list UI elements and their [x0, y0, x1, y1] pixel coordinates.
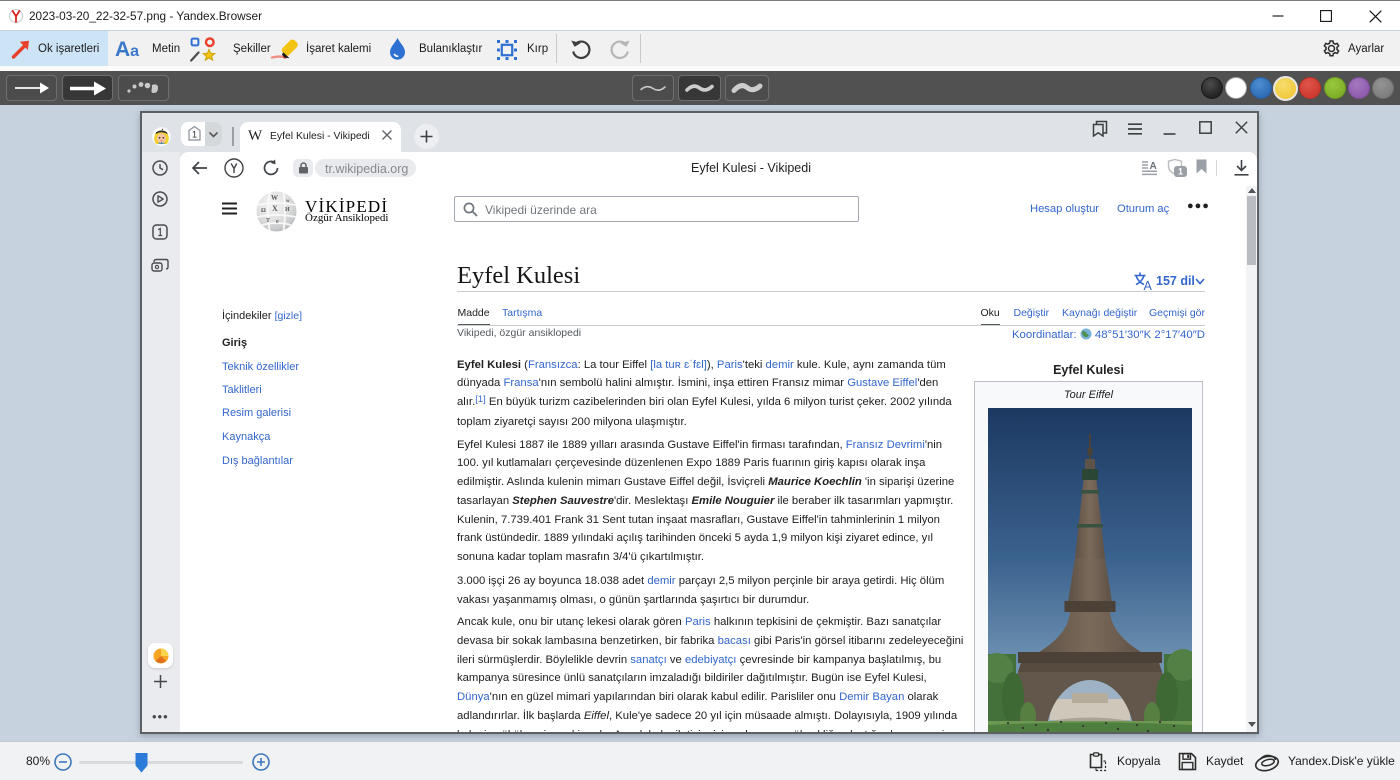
svg-text:Ω: Ω [261, 208, 266, 214]
svg-text:X: X [272, 204, 278, 213]
svg-text:T: T [266, 218, 270, 224]
svg-text:e: e [276, 219, 279, 225]
svg-text:И: И [285, 207, 290, 213]
svg-text:A: A [1144, 279, 1153, 291]
svg-text:W: W [271, 194, 278, 202]
svg-text:w: w [286, 199, 290, 204]
svg-text:A: A [1150, 161, 1157, 172]
svg-text:1: 1 [192, 130, 197, 140]
svg-text:1: 1 [1178, 167, 1183, 177]
